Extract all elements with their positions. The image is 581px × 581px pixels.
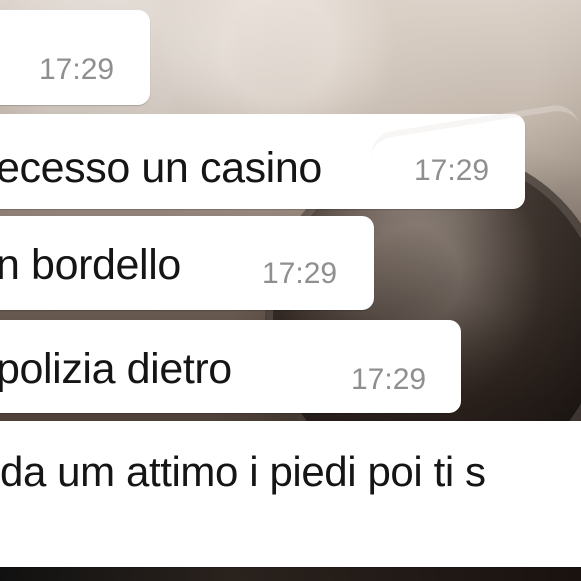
message-bubble[interactable]: polizia dietro 17:29	[0, 320, 461, 413]
message-bubble[interactable]: ecesso un casino 17:29	[0, 114, 525, 209]
message-bubble[interactable]: 17:29	[0, 10, 150, 105]
message-timestamp: 17:29	[414, 154, 490, 187]
message-timestamp: 17:29	[262, 257, 338, 290]
bottom-dark-strip	[0, 567, 581, 581]
message-text: ecesso un casino	[0, 144, 322, 192]
message-text: polizia dietro	[0, 345, 232, 393]
message-timestamp: 17:29	[351, 363, 427, 396]
chat-background: 17:29 ecesso un casino 17:29 n bordello …	[0, 0, 581, 581]
message-timestamp: 17:29	[39, 53, 115, 86]
message-bubble[interactable]: da um attimo i piedi poi ti s	[0, 421, 581, 567]
message-text: n bordello	[0, 241, 181, 289]
message-text: da um attimo i piedi poi ti s	[0, 448, 486, 495]
message-bubble[interactable]: n bordello 17:29	[0, 216, 374, 310]
